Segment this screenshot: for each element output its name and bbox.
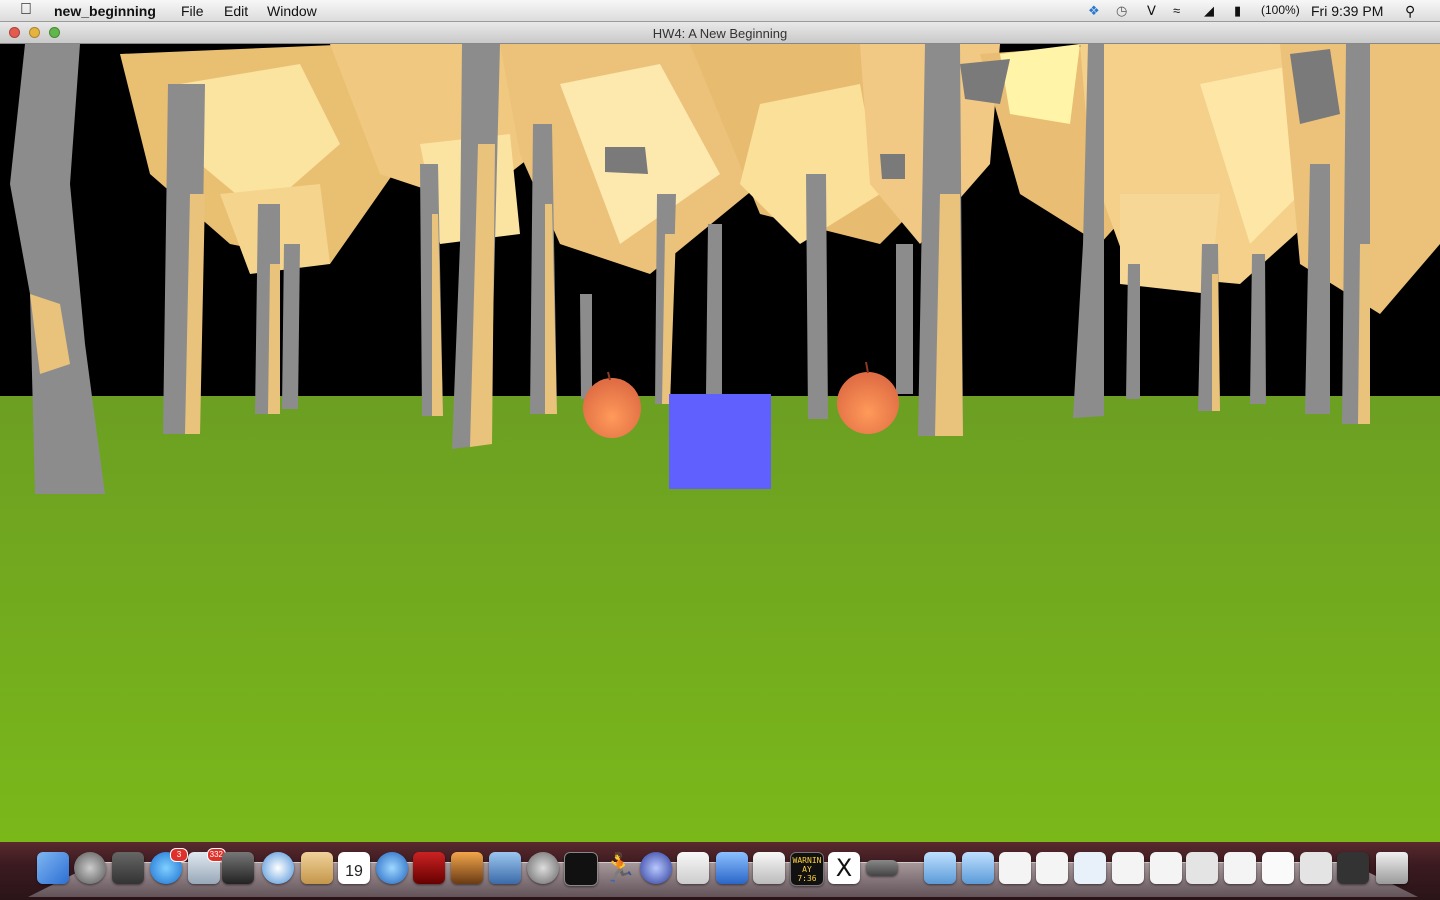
minimized-window-3[interactable] [1074,852,1106,884]
menu-file[interactable]: File [181,3,204,19]
blue-cube [669,394,771,489]
bluetooth-icon[interactable]: ᐯ [1147,3,1156,19]
finder-icon[interactable] [37,852,69,884]
minimized-window-1[interactable] [999,852,1031,884]
spotlight-search-icon[interactable]: ⚲ [1405,3,1415,20]
battery-percent[interactable]: (100%) [1261,3,1300,17]
documents-folder-icon[interactable] [962,852,994,884]
photo-booth-icon[interactable] [413,852,445,884]
time-machine-icon[interactable]: ◷ [1116,3,1127,19]
menu-bar:  new_beginning File Edit Window ❖ ◷ ᐯ ≈… [0,0,1440,22]
forest-scene [0,44,1440,842]
dock: 3 332 19 🏃 WARNIN AY 7:36 X [0,842,1440,900]
window-title-bar: HW4: A New Beginning [0,22,1440,44]
calendar-day: 19 [345,863,363,880]
minimized-window-6[interactable] [1186,852,1218,884]
minimized-window-10[interactable] [1337,852,1369,884]
aim-running-man-icon[interactable]: 🏃 [602,852,637,884]
minimized-window-9[interactable] [1300,852,1332,884]
menu-edit[interactable]: Edit [224,3,248,19]
minimized-window-4[interactable] [1112,852,1144,884]
dropbox-icon[interactable]: ❖ [1088,3,1100,19]
facetime-icon[interactable] [222,852,254,884]
eclipse-icon[interactable] [640,852,672,884]
x11-label: X [835,854,853,882]
calendar-icon[interactable]: 19 [338,852,370,884]
minimized-window-7[interactable] [1224,852,1256,884]
menu-window[interactable]: Window [267,3,317,19]
address-book-icon[interactable] [301,852,333,884]
network-utility-icon[interactable] [716,852,748,884]
console-text: WARNIN AY 7:36 [792,855,822,883]
app-store-badge: 3 [170,848,188,862]
window-title: HW4: A New Beginning [652,26,788,41]
script-editor-icon[interactable] [753,852,785,884]
xcode-icon[interactable] [489,852,521,884]
minimized-window-5[interactable] [1150,852,1182,884]
wifi-icon[interactable]: ≈ [1173,3,1180,18]
itunes-icon[interactable] [376,852,408,884]
console-icon[interactable]: WARNIN AY 7:36 [790,852,824,886]
applications-folder-icon[interactable] [924,852,956,884]
trash-icon[interactable] [1376,852,1408,884]
volume-icon[interactable]: ◢ [1204,3,1214,19]
clock[interactable]: Fri 9:39 PM [1311,3,1383,19]
x11-icon[interactable]: X [828,852,860,884]
app-store-icon[interactable]: 3 [150,848,188,884]
launchpad-icon[interactable] [74,852,106,884]
safari-icon[interactable] [262,852,294,884]
dock-separator [866,860,898,876]
iphoto-icon[interactable] [451,852,483,884]
opengl-viewport[interactable] [0,44,1440,842]
mission-control-icon[interactable] [112,852,144,884]
app-menu[interactable]: new_beginning [54,3,156,19]
mail-icon[interactable]: 332 [188,848,226,884]
minimized-window-2[interactable] [1036,852,1068,884]
apple-menu-icon[interactable]:  [20,1,32,19]
text-editor-icon[interactable] [677,852,709,884]
system-preferences-icon[interactable] [527,852,559,884]
terminal-icon[interactable] [564,852,598,886]
battery-icon[interactable]: ▮ [1234,3,1241,19]
minimized-window-8[interactable] [1262,852,1294,884]
